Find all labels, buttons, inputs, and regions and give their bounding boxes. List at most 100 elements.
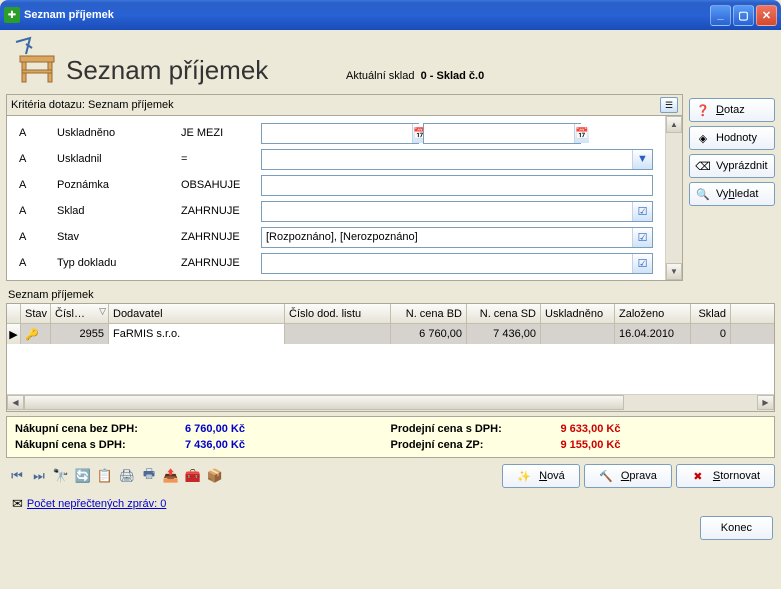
criteria-operator: = xyxy=(181,153,261,165)
export-icon[interactable]: 📤 xyxy=(162,467,180,485)
cell-cislo-dod xyxy=(285,324,391,344)
criteria-conjunction: A xyxy=(13,231,57,243)
row-indicator: ▶ xyxy=(7,324,21,344)
refresh-icon[interactable]: 🔄 xyxy=(74,467,92,485)
criteria-operator: OBSAHUJE xyxy=(181,179,261,191)
calendar-icon[interactable]: 📅 xyxy=(574,124,589,143)
date-from-input[interactable]: 📅 xyxy=(261,123,419,144)
criteria-row: A Poznámka OBSAHUJE xyxy=(13,172,659,198)
criteria-field-label: Uskladněno xyxy=(57,127,181,139)
app-icon: ✚ xyxy=(4,7,20,23)
clear-icon: ⌫ xyxy=(696,159,710,173)
dropdown-icon[interactable]: ▼ xyxy=(632,150,652,169)
checklist-icon[interactable]: ☑ xyxy=(632,254,652,273)
hodnoty-button[interactable]: ◈ Hodnoty xyxy=(689,126,775,150)
criteria-field-label: Poznámka xyxy=(57,179,181,191)
first-icon[interactable]: ⏮ xyxy=(8,467,26,485)
multiselect-input[interactable]: ☑ xyxy=(261,253,653,274)
nc-bez-dph-value: 6 760,00 Kč xyxy=(185,423,295,435)
current-warehouse: Aktuální sklad 0 - Sklad č.0 xyxy=(346,70,484,82)
col-stav[interactable]: Stav xyxy=(21,304,51,323)
criteria-row: A Sklad ZAHRNUJE ☑ xyxy=(13,198,659,224)
criteria-field-label: Sklad xyxy=(57,205,181,217)
minimize-button[interactable]: _ xyxy=(710,5,731,26)
pc-zp-value: 9 155,00 Kč xyxy=(561,439,671,451)
close-button[interactable]: ✕ xyxy=(756,5,777,26)
criteria-row: A Uskladněno JE MEZI 📅 📅 xyxy=(13,120,659,146)
cell-cislo: 2955 xyxy=(51,324,109,344)
stornovat-button[interactable]: ✖ Stornovat xyxy=(676,464,775,488)
maximize-button[interactable]: ▢ xyxy=(733,5,754,26)
titlebar: ✚ Seznam příjemek _ ▢ ✕ xyxy=(0,0,781,30)
scroll-left-button[interactable]: ◀ xyxy=(7,395,24,410)
nova-button[interactable]: ✨ Nová xyxy=(502,464,580,488)
tool1-icon[interactable]: 🧰 xyxy=(184,467,202,485)
search-icon: 🔍 xyxy=(696,187,710,201)
pc-s-dph-value: 9 633,00 Kč xyxy=(561,423,671,435)
scroll-down-button[interactable]: ▼ xyxy=(666,263,682,280)
konec-button[interactable]: Konec xyxy=(700,516,773,540)
oprava-button[interactable]: 🔨 Oprava xyxy=(584,464,672,488)
copy-icon[interactable]: 📋 xyxy=(96,467,114,485)
criteria-field-label: Stav xyxy=(57,231,181,243)
cell-n-cena-bd: 6 760,00 xyxy=(391,324,467,344)
print-preview-icon[interactable]: 🖶 xyxy=(140,467,158,485)
checklist-icon[interactable]: ☑ xyxy=(632,202,652,221)
vyhledat-button[interactable]: 🔍 Vyhledat xyxy=(689,182,775,206)
question-icon: ❓ xyxy=(696,103,710,117)
criteria-operator: ZAHRNUJE xyxy=(181,257,261,269)
pc-zp-label: Prodejní cena ZP: xyxy=(391,439,561,451)
edit-icon: 🔨 xyxy=(599,470,613,483)
header-icon xyxy=(10,36,60,86)
criteria-conjunction: A xyxy=(13,153,57,165)
date-to-input[interactable]: 📅 xyxy=(423,123,581,144)
multiselect-input[interactable]: ☑ xyxy=(261,201,653,222)
grid-header: Stav Čísl…▽ Dodavatel Číslo dod. listu N… xyxy=(7,304,774,324)
criteria-scrollbar[interactable]: ▲ ▼ xyxy=(665,116,682,280)
col-n-cena-bd[interactable]: N. cena BD xyxy=(391,304,467,323)
mail-icon: ✉ xyxy=(12,496,23,512)
last-icon[interactable]: ⏭ xyxy=(30,467,48,485)
dotaz-button[interactable]: ❓ Dotaz xyxy=(689,98,775,122)
unread-messages-link[interactable]: Počet nepřečtených zpráv: 0 xyxy=(27,498,166,510)
table-row[interactable]: ▶ 🔑 2955 FaRMIS s.r.o. 6 760,00 7 436,00… xyxy=(7,324,774,344)
col-dodavatel[interactable]: Dodavatel xyxy=(109,304,285,323)
cell-sklad: 0 xyxy=(691,324,731,344)
receipt-grid: Stav Čísl…▽ Dodavatel Číslo dod. listu N… xyxy=(6,303,775,412)
cell-dodavatel: FaRMIS s.r.o. xyxy=(109,324,285,344)
values-icon: ◈ xyxy=(696,131,710,145)
criteria-title: Kritéria dotazu: Seznam příjemek xyxy=(11,99,174,111)
pc-s-dph-label: Prodejní cena s DPH: xyxy=(391,423,561,435)
col-sklad[interactable]: Sklad xyxy=(691,304,731,323)
criteria-operator: JE MEZI xyxy=(181,127,261,139)
combo-input[interactable]: ▼ xyxy=(261,149,653,170)
grid-hscrollbar[interactable]: ◀ ▶ xyxy=(7,394,774,411)
vyprazdnit-button[interactable]: ⌫ Vyprázdnit xyxy=(689,154,775,178)
checklist-icon[interactable]: ☑ xyxy=(632,228,652,247)
col-n-cena-sd[interactable]: N. cena SD xyxy=(467,304,541,323)
criteria-row: A Stav ZAHRNUJE ☑ xyxy=(13,224,659,250)
criteria-panel: Kritéria dotazu: Seznam příjemek ☰ A Usk… xyxy=(6,94,683,281)
scroll-up-button[interactable]: ▲ xyxy=(666,116,682,133)
tool2-icon[interactable]: 📦 xyxy=(206,467,224,485)
col-cislo[interactable]: Čísl…▽ xyxy=(51,304,109,323)
col-cislo-dod[interactable]: Číslo dod. listu xyxy=(285,304,391,323)
nc-bez-dph-label: Nákupní cena bez DPH: xyxy=(15,423,185,435)
cell-uskladneno xyxy=(541,324,615,344)
criteria-operator: ZAHRNUJE xyxy=(181,231,261,243)
criteria-row: A Typ dokladu ZAHRNUJE ☑ xyxy=(13,250,659,276)
summary-panel: Nákupní cena bez DPH:6 760,00 Kč Nákupní… xyxy=(6,416,775,458)
binoculars-icon[interactable]: 🔭 xyxy=(52,467,70,485)
criteria-options-button[interactable]: ☰ xyxy=(660,97,678,113)
status-icon: 🔑 xyxy=(25,328,39,341)
multiselect-input[interactable]: ☑ xyxy=(261,227,653,248)
col-zalozeno[interactable]: Založeno xyxy=(615,304,691,323)
criteria-operator: ZAHRNUJE xyxy=(181,205,261,217)
new-icon: ✨ xyxy=(517,470,531,483)
col-uskladneno[interactable]: Uskladněno xyxy=(541,304,615,323)
text-input[interactable] xyxy=(261,175,653,196)
page-header: Seznam příjemek Aktuální sklad 0 - Sklad… xyxy=(6,34,775,94)
sort-icon: ▽ xyxy=(99,306,106,317)
scroll-right-button[interactable]: ▶ xyxy=(757,395,774,410)
print-icon[interactable]: 🖨 xyxy=(118,467,136,485)
